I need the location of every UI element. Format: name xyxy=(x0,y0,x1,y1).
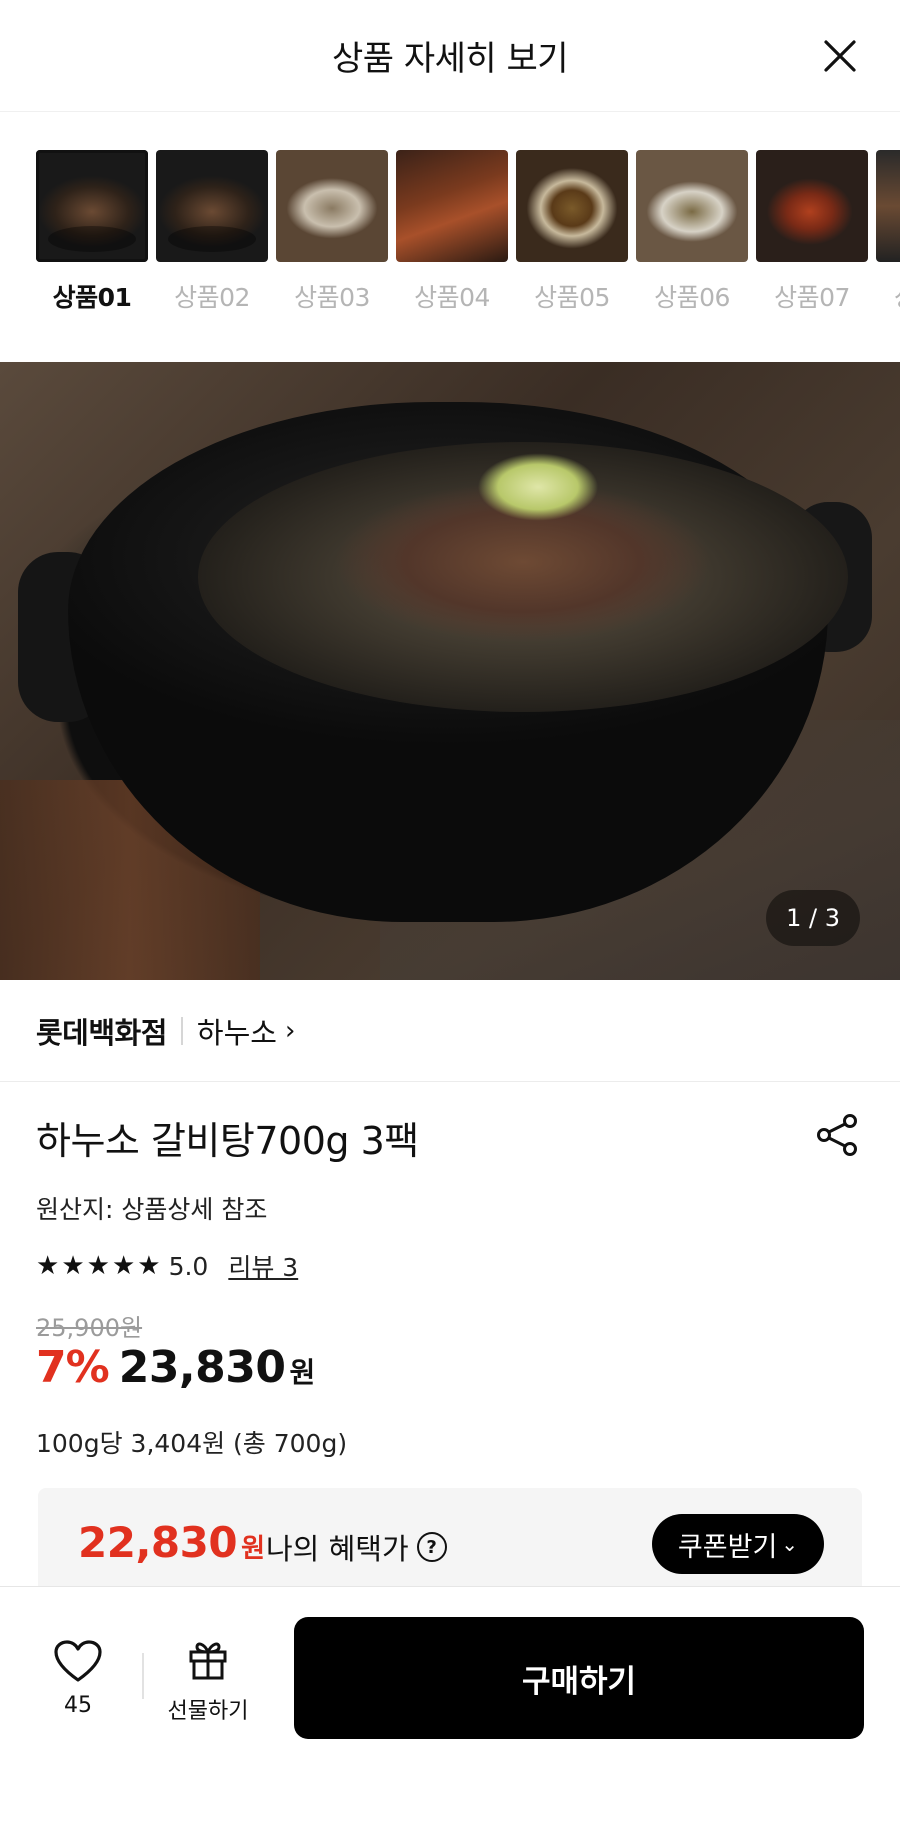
image-page-indicator: 1 / 3 xyxy=(766,890,860,946)
thumbnail-item[interactable]: 상품01 xyxy=(36,150,148,314)
thumbnail-image xyxy=(516,150,628,262)
star-icon: ★ xyxy=(137,1251,161,1281)
thumbnail-label: 상품02 xyxy=(174,283,250,312)
star-icon: ★ xyxy=(36,1251,60,1281)
thumbnail-label: 상품04 xyxy=(414,283,490,312)
share-icon xyxy=(817,1114,857,1156)
original-price: 25,900원 xyxy=(36,1314,143,1342)
thumbnail-item[interactable]: 상품04 xyxy=(396,150,508,314)
thumbnail-item[interactable]: 상품02 xyxy=(156,150,268,314)
thumbnail-item[interactable]: 상품07 xyxy=(756,150,868,314)
benefit-label: 나의 혜택가 xyxy=(266,1532,409,1566)
page-title: 상품 자세히 보기 xyxy=(331,39,569,79)
thumbnail-item[interactable]: 상품05 xyxy=(516,150,628,314)
thumbnail-item[interactable]: 상품06 xyxy=(636,150,748,314)
close-button[interactable] xyxy=(816,32,864,80)
thumbnail-label: 상품07 xyxy=(774,283,850,312)
heart-icon xyxy=(54,1640,102,1682)
product-origin: 원산지: 상품상세 참조 xyxy=(36,1195,268,1224)
thumbnail-image xyxy=(36,150,148,262)
store-name[interactable]: 롯데백화점 xyxy=(36,1010,167,1052)
thumbnail-image xyxy=(156,150,268,262)
gift-icon xyxy=(189,1642,227,1680)
store-divider xyxy=(180,1016,183,1045)
chevron-right-icon: › xyxy=(284,1015,296,1046)
bottom-action-bar: 45 선물하기 구매하기 xyxy=(0,1586,900,1840)
thumbnail-label: 상품03 xyxy=(294,283,370,312)
garnish xyxy=(458,442,618,532)
chevron-down-icon: ⌄ xyxy=(781,1532,799,1556)
store-row: 롯데백화점 하누소 › xyxy=(0,980,900,1082)
thumbnail-item[interactable]: 상품03 xyxy=(276,150,388,314)
header: 상품 자세히 보기 xyxy=(0,0,900,112)
buy-button[interactable]: 구매하기 xyxy=(294,1617,864,1739)
benefit-unit: 원 xyxy=(241,1534,265,1564)
pot xyxy=(68,402,848,922)
close-icon xyxy=(824,40,856,72)
benefit-box: 22,830 원 나의 혜택가 ? 쿠폰받기 ⌄ xyxy=(38,1488,862,1600)
thumbnail-image xyxy=(276,150,388,262)
thumbnail-image xyxy=(876,150,900,262)
thumbnail-image xyxy=(756,150,868,262)
price-unit: 원 xyxy=(289,1356,316,1389)
share-button[interactable] xyxy=(814,1112,860,1158)
star-icon: ★ xyxy=(111,1251,136,1281)
brand-link[interactable]: 하누소 › xyxy=(197,1010,295,1052)
unit-price: 100g당 3,404원 (총 700g) xyxy=(36,1429,348,1458)
thumbnail-item[interactable]: 상 xyxy=(876,150,900,314)
thumbnail-label: 상품05 xyxy=(534,283,610,312)
star-icon: ★ xyxy=(86,1251,110,1281)
thumbnail-label: 상품06 xyxy=(654,283,730,312)
thumbnail-strip[interactable]: 상품01 상품02 상품03 상품04 상품05 상품06 상품07 상 xyxy=(0,150,900,320)
benefit-label-row: 나의 혜택가 ? xyxy=(266,1526,447,1568)
rating-score: 5.0 xyxy=(168,1251,209,1281)
coupon-button-label: 쿠폰받기 xyxy=(677,1531,778,1563)
benefit-price: 22,830 원 xyxy=(78,1518,265,1567)
help-icon[interactable]: ? xyxy=(416,1532,447,1562)
benefit-amount: 22,830 xyxy=(78,1518,238,1567)
thumbnail-label: 상 xyxy=(876,278,900,314)
price-row: 7% 23,830 원 xyxy=(36,1342,315,1393)
discount-rate: 7% xyxy=(36,1342,110,1393)
review-link[interactable]: 리뷰 3 xyxy=(228,1248,298,1284)
thumbnail-image xyxy=(396,150,508,262)
thumbnail-label: 상품01 xyxy=(52,283,132,312)
brand-name: 하누소 xyxy=(196,1015,277,1050)
like-button[interactable]: 45 xyxy=(38,1639,118,1718)
thumbnail-image xyxy=(636,150,748,262)
like-count: 45 xyxy=(64,1693,92,1718)
gift-label: 선물하기 xyxy=(167,1699,249,1724)
product-hero-image[interactable]: 1 / 3 xyxy=(0,362,900,980)
star-icon: ★ xyxy=(61,1251,85,1281)
sale-price: 23,830 xyxy=(118,1342,286,1393)
rating-row: ★ ★ ★ ★ ★ 5.0 리뷰 3 xyxy=(36,1248,298,1284)
bar-divider xyxy=(142,1653,144,1699)
coupon-button[interactable]: 쿠폰받기 ⌄ xyxy=(652,1514,824,1574)
rating-stars: ★ ★ ★ ★ ★ xyxy=(36,1253,161,1279)
product-title: 하누소 갈비탕700g 3팩 xyxy=(36,1119,419,1163)
gift-button[interactable]: 선물하기 xyxy=(160,1637,256,1725)
